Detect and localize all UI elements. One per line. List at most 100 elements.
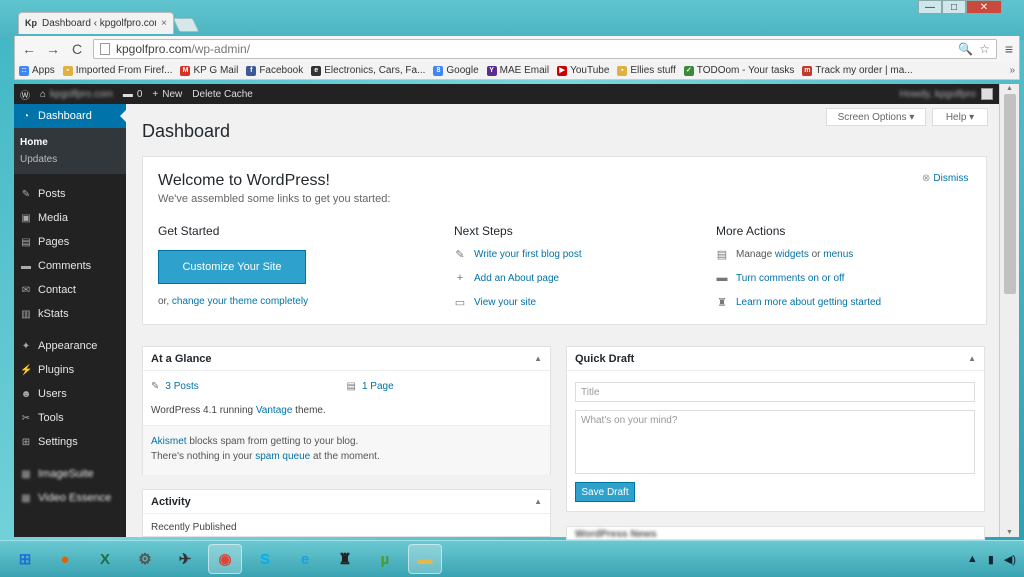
taskbar-utorrent-icon[interactable]: µ xyxy=(368,544,402,574)
delete-cache-link[interactable]: Delete Cache xyxy=(192,89,253,100)
widget-header[interactable]: At a Glance ▲ xyxy=(143,347,550,371)
turn-comments-link[interactable]: ▬ Turn comments on or off xyxy=(716,272,845,284)
site-name-link[interactable]: ⌂ kpgolfpro.com xyxy=(40,89,113,100)
taskbar-bird-icon[interactable]: ✈ xyxy=(168,544,202,574)
bookmark-item[interactable]: ▶ YouTube xyxy=(557,65,609,76)
page-scrollbar[interactable]: ▲ ▼ xyxy=(999,84,1019,537)
back-button[interactable]: ← xyxy=(21,41,37,57)
akismet-link[interactable]: Akismet xyxy=(151,436,187,447)
new-content-link[interactable]: + New xyxy=(152,89,182,100)
draft-content-textarea[interactable]: What's on your mind? xyxy=(575,410,975,474)
taskbar-skype-icon[interactable]: S xyxy=(248,544,282,574)
bookmark-star-icon[interactable]: ☆ xyxy=(979,42,990,56)
help-button[interactable]: Help ▾ xyxy=(932,108,988,126)
sidebar-item-media[interactable]: ▣ Media xyxy=(14,206,126,230)
sidebar-item-users[interactable]: ☻ Users xyxy=(14,382,126,406)
taskbar-start-icon[interactable]: ⊞ xyxy=(8,544,42,574)
sidebar-item-contact[interactable]: ✉ Contact xyxy=(14,278,126,302)
pages-count-link[interactable]: ▤ 1 Page xyxy=(347,381,543,392)
sidebar-item-tools[interactable]: ✂ Tools xyxy=(14,406,126,430)
taskbar-graduation-icon[interactable]: ♜ xyxy=(328,544,362,574)
change-theme-link[interactable]: change your theme completely xyxy=(172,296,308,307)
customize-site-button[interactable]: Customize Your Site xyxy=(158,250,306,284)
widget-title: At a Glance xyxy=(151,352,212,365)
menus-link[interactable]: menus xyxy=(823,249,853,260)
widgets-link[interactable]: widgets xyxy=(775,249,809,260)
reload-button[interactable]: C xyxy=(69,41,85,57)
add-about-page-link[interactable]: + Add an About page xyxy=(454,272,559,284)
bookmark-item[interactable]: M KP G Mail xyxy=(180,65,238,76)
avatar xyxy=(981,88,993,100)
collapse-arrow-icon[interactable]: ▲ xyxy=(534,354,542,363)
dismiss-link[interactable]: ⊗ Dismiss xyxy=(922,173,968,184)
scroll-up-arrow-icon[interactable]: ▲ xyxy=(1006,85,1013,92)
bookmark-favicon-icon: ✓ xyxy=(683,65,694,76)
scroll-down-arrow-icon[interactable]: ▼ xyxy=(1006,529,1013,536)
sidebar-item-kstats[interactable]: ▥ kStats xyxy=(14,302,126,326)
collapse-arrow-icon[interactable]: ▲ xyxy=(968,354,976,363)
collapse-arrow-icon[interactable]: ▲ xyxy=(534,497,542,506)
tray-flag-icon[interactable]: ▮ xyxy=(988,553,994,566)
taskbar-ie-icon[interactable]: e xyxy=(288,544,322,574)
sidebar-item-posts[interactable]: ✎ Posts xyxy=(14,182,126,206)
dismiss-label: Dismiss xyxy=(933,173,969,184)
bookmark-item[interactable]: :: Apps xyxy=(19,65,55,76)
bookmark-item[interactable]: 8 Google xyxy=(433,65,479,76)
howdy-account-menu[interactable]: Howdy, kpgolfpro xyxy=(899,88,993,100)
sidebar-subitem-home[interactable]: Home xyxy=(14,134,126,151)
theme-link[interactable]: Vantage xyxy=(256,405,293,416)
screen-options-button[interactable]: Screen Options ▾ xyxy=(826,108,926,126)
sidebar-item-plugins[interactable]: ⚡ Plugins xyxy=(14,358,126,382)
bookmarks-overflow-button[interactable]: » xyxy=(1009,65,1015,76)
view-site-link[interactable]: ▭ View your site xyxy=(454,296,536,309)
maximize-button[interactable]: □ xyxy=(942,0,966,14)
forward-button[interactable]: → xyxy=(45,41,61,57)
widget-header[interactable]: Activity ▲ xyxy=(143,490,550,514)
browser-tab[interactable]: Kp Dashboard ‹ kpgolfpro.com × xyxy=(18,12,174,34)
wordpress-logo-icon[interactable]: Ⓦ xyxy=(20,87,30,102)
sidebar-item-video-essence[interactable]: ▦ Video Essence xyxy=(14,486,126,510)
bookmark-item[interactable]: m Track my order | ma... xyxy=(802,65,913,76)
bookmark-item[interactable]: Y MAE Email xyxy=(486,65,549,76)
learn-more-link[interactable]: ♜ Learn more about getting started xyxy=(716,296,881,309)
minimize-button[interactable]: — xyxy=(918,0,942,14)
bookmark-favicon-icon: ▪ xyxy=(617,65,628,76)
tab-close-icon[interactable]: × xyxy=(161,18,167,29)
taskbar-chrome-icon[interactable]: ◉ xyxy=(208,544,242,574)
save-draft-button[interactable]: Save Draft xyxy=(575,482,635,502)
sidebar-item-dashboard[interactable]: ◔ Dashboard xyxy=(14,104,126,128)
browser-menu-icon[interactable]: ≡ xyxy=(1005,41,1013,57)
sidebar-item-appearance[interactable]: ✦ Appearance xyxy=(14,334,126,358)
taskbar-excel-icon[interactable]: X xyxy=(88,544,122,574)
sidebar-subitem-updates[interactable]: Updates xyxy=(14,151,126,168)
tray-expand-icon[interactable]: ▲ xyxy=(967,553,978,565)
spam-queue-link[interactable]: spam queue xyxy=(255,451,310,462)
taskbar-firefox-icon[interactable]: ● xyxy=(48,544,82,574)
sidebar-item-label: Media xyxy=(38,212,68,224)
taskbar-network-icon[interactable]: ⚙ xyxy=(128,544,162,574)
bookmark-favicon-icon: m xyxy=(802,65,813,76)
sidebar-item-settings[interactable]: ⊞ Settings xyxy=(14,430,126,454)
close-window-button[interactable]: ✕ xyxy=(966,0,1002,14)
write-post-link[interactable]: ✎ Write your first blog post xyxy=(454,248,581,261)
bookmark-item[interactable]: ▪ Ellies stuff xyxy=(617,65,676,76)
widgets-icon: ▤ xyxy=(716,249,728,261)
bookmark-item[interactable]: e Electronics, Cars, Fa... xyxy=(311,65,425,76)
bookmark-item[interactable]: ✓ TODOom - Your tasks xyxy=(683,65,794,76)
plugins-icon: ⚡ xyxy=(20,364,33,376)
scrollbar-thumb[interactable] xyxy=(1004,94,1016,294)
bookmark-item[interactable]: ▪ Imported From Firef... xyxy=(62,65,172,76)
zoom-icon[interactable]: 🔍 xyxy=(958,42,973,56)
taskbar-folder-icon[interactable]: ▬ xyxy=(408,544,442,574)
sidebar-item-imagesuite[interactable]: ▦ ImageSuite xyxy=(14,462,126,486)
widget-header[interactable]: Quick Draft ▲ xyxy=(567,347,984,371)
address-bar[interactable]: kpgolfpro.com/wp-admin/ 🔍 ☆ xyxy=(93,39,997,59)
draft-title-input[interactable]: Title xyxy=(575,382,975,402)
comments-link[interactable]: ▬ 0 xyxy=(123,89,143,100)
sidebar-item-pages[interactable]: ▤ Pages xyxy=(14,230,126,254)
sidebar-item-comments[interactable]: ▬ Comments xyxy=(14,254,126,278)
pages-icon: ▤ xyxy=(346,381,356,392)
tray-volume-icon[interactable]: ◀) xyxy=(1004,553,1016,566)
posts-count-link[interactable]: ✎ 3 Posts xyxy=(151,381,347,392)
bookmark-item[interactable]: f Facebook xyxy=(246,65,303,76)
